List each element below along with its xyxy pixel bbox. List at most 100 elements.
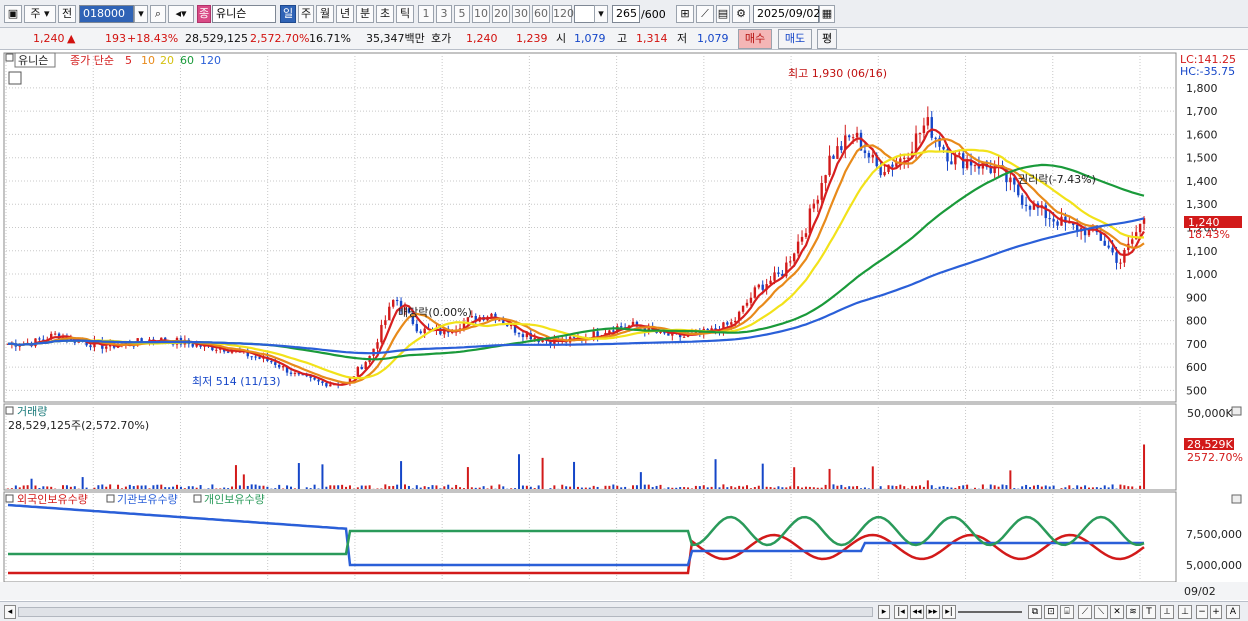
buy-button[interactable]: 매수 <box>738 29 772 49</box>
line-tool-icon[interactable]: ⟋ <box>1078 605 1092 619</box>
bottom-scroll-bar: ◂ ▸ |◂ ◂◂ ▸▸ ▸| ⧉ ⊡ ⌸ ⟋ ⟍ ✕ ≋ T ⟂ ⊥ − + … <box>0 601 1248 621</box>
dividend-annotation: 배당락(0.00%) <box>398 306 472 319</box>
interval-3[interactable]: 3 <box>436 5 452 23</box>
period-tick[interactable]: 틱 <box>396 5 414 23</box>
interval-dropdown-icon[interactable]: ▾ <box>594 5 608 23</box>
scroll-right-icon[interactable]: ▸ <box>878 605 890 619</box>
volume-bar <box>860 488 862 489</box>
volume-bar <box>333 485 336 489</box>
interval-10[interactable]: 10 <box>472 5 490 23</box>
interval-20[interactable]: 20 <box>492 5 510 23</box>
gear-icon[interactable]: ⚙ <box>732 5 750 23</box>
scroll-left-icon[interactable]: ◂ <box>4 605 16 619</box>
holding-inst-toggle-icon[interactable] <box>106 494 115 503</box>
legend-ma10: 10 <box>141 54 155 67</box>
stock-code-input[interactable]: 018000 <box>79 5 134 23</box>
font-size-icon[interactable]: A <box>1226 605 1240 619</box>
volume-bar <box>376 488 379 489</box>
copy-icon[interactable]: ⧉ <box>1028 605 1042 619</box>
candle-body <box>258 357 261 359</box>
volume-bar <box>168 487 171 489</box>
volume-bar <box>958 486 961 489</box>
sell-button[interactable]: 매도 <box>778 29 812 49</box>
draw-tool-icon[interactable]: ⟋ <box>696 5 714 23</box>
stock-name-field[interactable]: 유니슨 <box>212 5 276 23</box>
indicator-icon[interactable]: ⊞ <box>676 5 694 23</box>
period-week[interactable]: 주 <box>298 5 314 23</box>
go-prev-icon[interactable]: ◂◂ <box>910 605 924 619</box>
candle-body <box>388 306 391 321</box>
candle-body <box>1028 205 1032 210</box>
count-input[interactable]: 265 <box>612 5 640 23</box>
calendar-icon[interactable]: ▦ <box>819 5 835 23</box>
zoom-out-icon[interactable]: − <box>1196 605 1208 619</box>
volume-value-label: 28,529,125주(2,572.70%) <box>8 419 149 432</box>
volume-bar <box>195 487 198 489</box>
date-input[interactable]: 2025/09/02 <box>753 5 820 23</box>
candle-body <box>380 324 383 343</box>
volume-bar <box>337 485 340 489</box>
zoom-slider[interactable] <box>958 611 1022 613</box>
interval-1[interactable]: 1 <box>418 5 434 23</box>
volume-bar <box>1032 485 1035 489</box>
speaker-icon[interactable]: ◂▾ <box>168 5 194 23</box>
volume-bar <box>938 486 941 489</box>
stock-chart[interactable]: 1,8001,7001,6001,5001,4001,3001,2001,100… <box>0 51 1248 603</box>
go-last-icon[interactable]: ▸| <box>942 605 956 619</box>
go-next-icon[interactable]: ▸▸ <box>926 605 940 619</box>
volume-bar <box>608 485 611 489</box>
search-icon[interactable]: ⌕ <box>150 5 166 23</box>
volume-bar <box>789 486 792 489</box>
holding-tick-5000000: 5,000,000 <box>1186 559 1242 572</box>
period-month[interactable]: 월 <box>316 5 334 23</box>
cross-tool-icon[interactable]: ✕ <box>1110 605 1124 619</box>
chart-type-icon[interactable]: ⌸ <box>1060 605 1074 619</box>
volume-close-icon[interactable] <box>1231 406 1242 416</box>
volume-toggle-icon[interactable] <box>5 406 14 415</box>
save-icon[interactable]: ▤ <box>716 5 730 23</box>
interval-30[interactable]: 30 <box>512 5 530 23</box>
zoom-in-icon[interactable]: + <box>1210 605 1222 619</box>
period-minute[interactable]: 분 <box>356 5 374 23</box>
high-label: 고 <box>617 32 628 45</box>
trend-tool-icon[interactable]: ⟍ <box>1094 605 1108 619</box>
grid-toggle-icon[interactable] <box>8 71 22 85</box>
volume-bar <box>537 485 540 489</box>
mode-main-select[interactable]: 주 ▾ <box>24 5 56 23</box>
interval-60[interactable]: 60 <box>532 5 550 23</box>
volume-bar <box>455 484 458 489</box>
holding-close-icon[interactable] <box>1231 494 1242 504</box>
go-first-icon[interactable]: |◂ <box>894 605 908 619</box>
legend-toggle-icon[interactable] <box>5 53 14 62</box>
legend-ma20: 20 <box>160 54 174 67</box>
interval-120[interactable]: 120 <box>552 5 574 23</box>
period-year[interactable]: 년 <box>336 5 354 23</box>
text-tool-icon[interactable]: T <box>1142 605 1156 619</box>
interval-5[interactable]: 5 <box>454 5 470 23</box>
candle-body <box>922 125 926 134</box>
anchor-icon[interactable]: ⊥ <box>1178 605 1192 619</box>
holding-toggle-icon[interactable] <box>5 494 14 503</box>
window-menu-icon[interactable]: ▣ <box>4 5 22 23</box>
holding-personal-toggle-icon[interactable] <box>193 494 202 503</box>
pin-icon[interactable]: ⟂ <box>1160 605 1174 619</box>
volume-bar <box>466 467 469 489</box>
volume-bar <box>742 486 745 489</box>
volume-bar <box>918 485 921 489</box>
period-second[interactable]: 초 <box>376 5 394 23</box>
mode-prev-button[interactable]: 전 <box>58 5 76 23</box>
code-dropdown-icon[interactable]: ▾ <box>134 5 148 23</box>
scroll-track[interactable] <box>18 607 873 617</box>
volume-bar <box>746 485 748 489</box>
price-tick-label: 700 <box>1186 338 1207 351</box>
volume-bar <box>911 485 914 489</box>
volume-bar <box>808 486 811 489</box>
period-day[interactable]: 일 <box>280 5 296 23</box>
volume-bar <box>345 486 348 489</box>
volume-bar <box>109 484 112 489</box>
compare-icon[interactable]: ⊡ <box>1044 605 1058 619</box>
eval-button[interactable]: 평 <box>817 29 837 49</box>
fib-tool-icon[interactable]: ≋ <box>1126 605 1140 619</box>
volume-bar <box>223 487 226 489</box>
volume-bar <box>321 464 324 489</box>
